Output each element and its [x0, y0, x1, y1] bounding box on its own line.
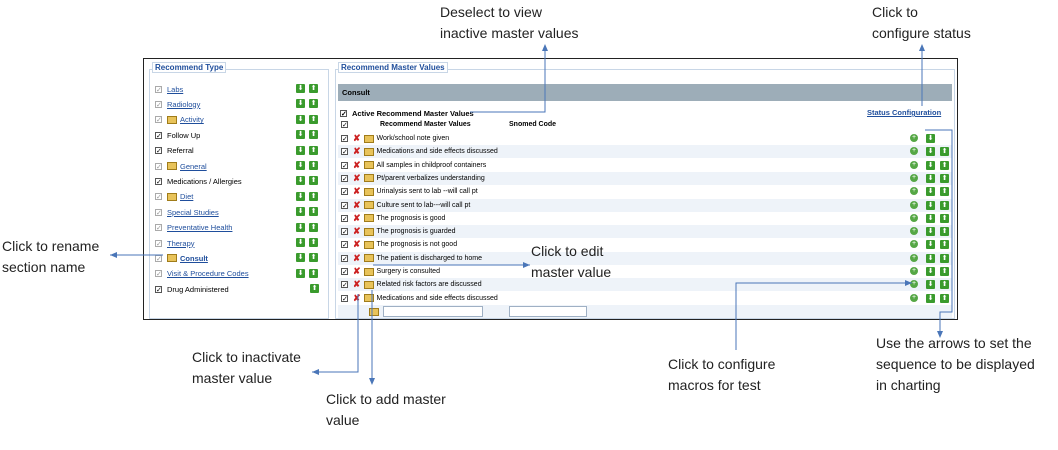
annotation-status: Click to configure status	[872, 4, 971, 41]
arrows-bracket-line	[925, 129, 953, 336]
annotation-add: Click to add master value	[326, 391, 446, 428]
inactivate-line	[312, 294, 359, 373]
annotation-rename: Click to rename section name	[2, 238, 100, 275]
annotation-macros: Click to configure macros for test	[668, 356, 776, 393]
annotation-arrows: Use the arrows to set the sequence to be …	[876, 335, 1035, 393]
annotation-deselect: Deselect to view inactive master values	[440, 4, 579, 41]
annotation-inactivate: Click to inactivate master value	[192, 349, 301, 386]
annotation-edit: Click to edit master value	[531, 243, 612, 280]
deselect-line	[470, 46, 546, 113]
